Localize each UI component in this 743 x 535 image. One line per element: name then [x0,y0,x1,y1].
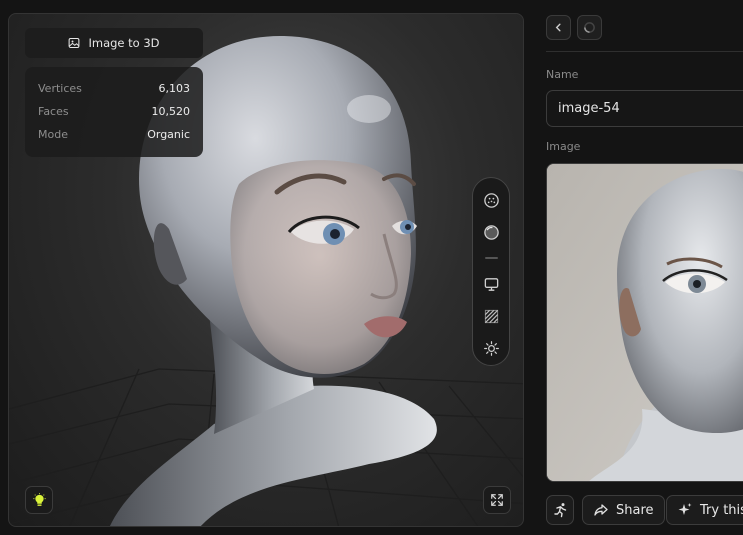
wireframe-button[interactable] [477,300,505,332]
name-label: Name [546,68,579,81]
animate-button[interactable] [546,495,574,525]
light-toggle-button[interactable] [25,486,53,514]
solid-view-button[interactable] [477,216,505,248]
texture-view-button[interactable] [477,184,505,216]
texture-sphere-icon [483,192,499,208]
mode-label: Image to 3D [88,36,160,50]
display-button[interactable] [477,268,505,300]
solid-sphere-icon [483,224,499,240]
toolbar-divider [484,257,498,259]
monitor-icon [484,277,498,291]
sparkles-icon [678,503,692,515]
share-label: Share [616,502,654,518]
try-this-button[interactable]: Try this [666,495,743,525]
header-divider [546,51,743,52]
loading-button[interactable] [577,15,602,40]
head-highlight [347,95,391,123]
stat-row-vertices: Vertices 6,103 [38,77,190,100]
share-icon [594,504,608,516]
stat-row-faces: Faces 10,520 [38,100,190,123]
spinner-icon [584,22,595,33]
chevron-left-icon [555,23,561,32]
stat-label: Faces [38,105,69,118]
image-icon [69,37,80,49]
stat-row-mode: Mode Organic [38,123,190,146]
sun-icon [483,340,499,356]
wireframe-icon [484,309,498,323]
running-figure-icon [554,503,567,518]
lightbulb-icon [32,492,46,506]
source-image-thumbnail[interactable] [546,163,743,482]
stat-label: Mode [38,128,68,141]
back-button[interactable] [546,15,571,40]
stat-value: 10,520 [151,105,191,118]
expand-icon [491,494,503,506]
stat-value: Organic [147,128,190,141]
fullscreen-button[interactable] [483,486,511,514]
stat-label: Vertices [38,82,82,95]
mode-pill: Image to 3D [25,28,203,58]
stat-value: 6,103 [158,82,191,95]
image-label: Image [546,140,581,153]
share-button[interactable]: Share [582,495,665,525]
lighting-button[interactable] [477,332,505,364]
render-toolbar [472,177,510,366]
model-viewer[interactable]: Image to 3D Vertices 6,103 Faces 10,520 … [8,13,524,527]
model-stats-panel: Vertices 6,103 Faces 10,520 Mode Organic [25,67,203,157]
source-image [547,164,743,481]
try-this-label: Try this [700,502,743,518]
name-field[interactable]: image-54 [546,90,743,127]
